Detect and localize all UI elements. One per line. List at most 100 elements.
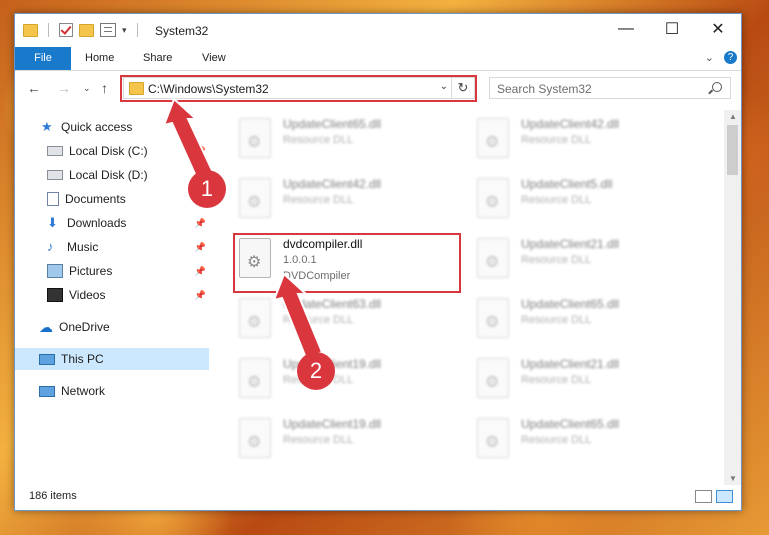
properties-check-icon[interactable] xyxy=(59,23,73,37)
file-name: UpdateClient42.dll xyxy=(283,177,382,191)
file-type: Resource DLL xyxy=(521,374,592,386)
sidebar-item-videos[interactable]: Videos 📌 xyxy=(15,284,209,306)
sidebar-item-label: Videos xyxy=(69,288,106,302)
pin-icon[interactable]: 📌 xyxy=(195,242,206,253)
pin-icon[interactable]: 📌 xyxy=(195,218,206,229)
dll-file-icon xyxy=(477,418,509,458)
tab-view[interactable]: View xyxy=(202,47,226,70)
sidebar-item-label: Quick access xyxy=(61,120,133,134)
sidebar-item-label: OneDrive xyxy=(59,320,110,334)
file-type: Resource DLL xyxy=(283,134,354,146)
sidebar-item-label: This PC xyxy=(61,352,104,366)
sidebar-item-label: Documents xyxy=(65,192,126,206)
documents-icon xyxy=(47,192,59,206)
scroll-down-icon[interactable]: ▼ xyxy=(729,474,737,483)
file-type: Resource DLL xyxy=(521,134,592,146)
title-bar: ▾ System32 — ☐ ✕ xyxy=(15,14,741,47)
sidebar-item-label: Downloads xyxy=(67,216,127,230)
file-type: Resource DLL xyxy=(521,434,592,446)
dll-file-icon xyxy=(477,118,509,158)
sidebar-item-label: Pictures xyxy=(69,264,113,278)
file-type: Resource DLL xyxy=(283,434,354,446)
file-name: UpdateClient65.dll xyxy=(283,117,382,131)
step-badge-1: 1 xyxy=(188,170,226,208)
details-view-icon[interactable] xyxy=(695,490,712,503)
file-type: Resource DLL xyxy=(521,254,592,266)
file-tile[interactable]: UpdateClient65.dll Resource DLL xyxy=(473,292,699,352)
sidebar-item-pictures[interactable]: Pictures 📌 xyxy=(15,260,209,282)
file-type: Resource DLL xyxy=(283,194,354,206)
pin-icon[interactable]: 📌 xyxy=(195,266,206,277)
dll-file-icon xyxy=(477,358,509,398)
close-button[interactable]: ✕ xyxy=(695,14,741,44)
file-tile[interactable]: UpdateClient65.dll Resource DLL xyxy=(235,112,461,172)
network-icon xyxy=(39,385,55,397)
large-icons-view-icon[interactable] xyxy=(716,490,733,503)
file-name: UpdateClient21.dll xyxy=(521,237,620,251)
tab-share[interactable]: Share xyxy=(143,47,172,70)
folder-icon xyxy=(23,23,38,37)
forward-arrow-icon[interactable]: → xyxy=(57,80,71,96)
file-name: UpdateClient42.dll xyxy=(521,117,620,131)
tab-file[interactable]: File xyxy=(15,47,71,70)
maximize-button[interactable]: ☐ xyxy=(649,14,695,44)
file-tile[interactable]: UpdateClient21.dll Resource DLL xyxy=(473,232,699,292)
tab-home[interactable]: Home xyxy=(85,47,114,70)
star-icon: ★ xyxy=(41,119,53,134)
file-highlight xyxy=(233,233,461,293)
file-tile[interactable]: UpdateClient63.dll Resource DLL xyxy=(235,292,461,352)
sidebar-item-label: Local Disk (C:) xyxy=(69,144,148,158)
drive-icon xyxy=(47,146,63,156)
music-icon: ♪ xyxy=(47,239,54,254)
file-name: UpdateClient65.dll xyxy=(521,297,620,311)
vertical-scrollbar[interactable]: ▲ ▼ xyxy=(724,110,741,485)
item-count: 186 items xyxy=(29,490,77,502)
minimize-button[interactable]: — xyxy=(603,14,649,44)
dll-file-icon xyxy=(477,238,509,278)
search-box[interactable]: Search System32 xyxy=(489,77,731,99)
scroll-up-icon[interactable]: ▲ xyxy=(729,112,737,121)
view-toggle xyxy=(695,490,733,503)
file-name: UpdateClient65.dll xyxy=(521,417,620,431)
dll-file-icon xyxy=(239,358,271,398)
up-arrow-icon[interactable]: ↑ xyxy=(101,80,108,96)
expand-ribbon-chevron-icon[interactable]: ⌄ xyxy=(705,51,714,64)
ribbon-tabs: File Home Share View ⌄ ? xyxy=(15,47,741,71)
file-tile[interactable]: UpdateClient19.dll Resource DLL xyxy=(235,412,461,472)
sidebar-item-label: Music xyxy=(67,240,99,254)
recent-locations-chevron-icon[interactable]: ⌄ xyxy=(83,83,91,94)
sidebar-item-music[interactable]: ♪ Music 📌 xyxy=(15,236,209,258)
dll-file-icon xyxy=(239,298,271,338)
sidebar-item-downloads[interactable]: ⬇ Downloads 📌 xyxy=(15,212,209,234)
file-tile[interactable]: UpdateClient5.dll Resource DLL xyxy=(473,172,699,232)
drive-icon xyxy=(47,170,63,180)
sidebar-item-network[interactable]: Network xyxy=(15,380,209,402)
help-icon[interactable]: ? xyxy=(724,51,737,64)
pin-icon[interactable]: 📌 xyxy=(195,290,206,301)
scrollbar-thumb[interactable] xyxy=(727,125,738,175)
dll-file-icon xyxy=(239,418,271,458)
pc-icon xyxy=(39,353,55,365)
window-title: System32 xyxy=(155,24,209,38)
back-arrow-icon[interactable]: ← xyxy=(27,80,41,96)
dll-file-icon xyxy=(477,178,509,218)
file-tile[interactable]: UpdateClient21.dll Resource DLL xyxy=(473,352,699,412)
new-folder-icon[interactable] xyxy=(79,23,94,37)
search-icon xyxy=(712,82,722,92)
search-input[interactable]: Search System32 xyxy=(497,82,592,96)
file-tile[interactable]: UpdateClient42.dll Resource DLL xyxy=(235,172,461,232)
customize-dropdown-icon[interactable]: ▾ xyxy=(122,25,127,36)
download-icon: ⬇ xyxy=(47,215,58,230)
file-tile[interactable]: UpdateClient65.dll Resource DLL xyxy=(473,412,699,472)
step-badge-2: 2 xyxy=(297,352,335,390)
file-type: Resource DLL xyxy=(521,314,592,326)
file-tile[interactable]: UpdateClient42.dll Resource DLL xyxy=(473,112,699,172)
dll-file-icon xyxy=(239,178,271,218)
videos-icon xyxy=(47,288,63,302)
sidebar-item-onedrive[interactable]: ☁ OneDrive xyxy=(15,316,209,338)
file-type: Resource DLL xyxy=(521,194,592,206)
file-tile[interactable]: UpdateClient19.dll Resource DLL xyxy=(235,352,461,412)
properties-icon[interactable] xyxy=(100,23,116,37)
quick-access-toolbar: ▾ xyxy=(23,23,142,37)
sidebar-item-this-pc[interactable]: This PC xyxy=(15,348,209,370)
